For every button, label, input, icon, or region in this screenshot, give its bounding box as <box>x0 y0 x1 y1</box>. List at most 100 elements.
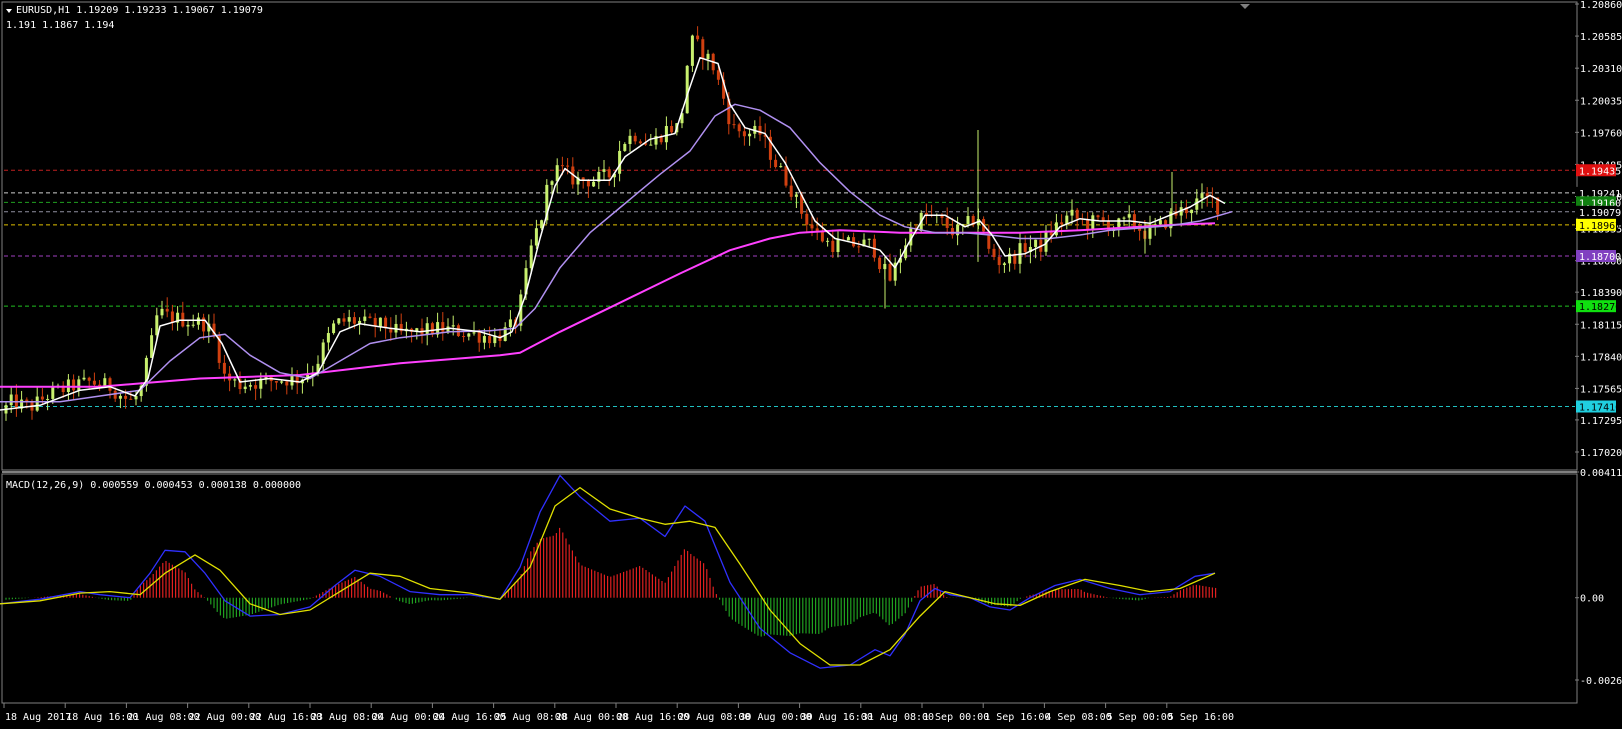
candle-body <box>425 323 429 335</box>
candle-body <box>592 181 596 187</box>
candle-body <box>108 378 112 391</box>
candle-body <box>222 362 226 374</box>
time-tick-label: 5 Sep 00:00 <box>1107 712 1173 723</box>
candle-body <box>165 308 169 312</box>
candle-body <box>352 317 356 324</box>
candle-body <box>467 333 471 337</box>
candle-body <box>1190 209 1194 214</box>
candle-body <box>685 65 689 114</box>
candle-body <box>649 144 653 146</box>
candle-body <box>51 386 55 399</box>
candle-body <box>233 379 237 381</box>
candle-body <box>779 166 783 168</box>
candle-body <box>966 216 970 225</box>
candle-body <box>118 395 122 399</box>
candle-body <box>488 336 492 344</box>
candle-body <box>758 125 762 135</box>
candle-body <box>35 396 39 411</box>
price-tick-label: 1.19760 <box>1580 128 1622 139</box>
candle-body <box>1200 193 1204 199</box>
candle-body <box>997 256 1001 266</box>
candle-body <box>191 324 195 326</box>
candle-body <box>347 317 351 322</box>
candle-body <box>716 70 720 80</box>
candle-body <box>92 380 96 385</box>
candle-body <box>857 246 861 248</box>
candle-body <box>337 318 341 324</box>
candle-body <box>1034 239 1038 247</box>
candle-body <box>888 263 892 281</box>
candle-body <box>628 135 632 145</box>
candle-body <box>1122 217 1126 219</box>
candle-body <box>867 238 871 240</box>
price-tick-label: 1.20860 <box>1580 0 1622 11</box>
candle-body <box>1086 219 1090 229</box>
candle-body <box>254 385 258 389</box>
candle-body <box>342 318 346 322</box>
candle-body <box>924 212 928 215</box>
candle-body <box>846 237 850 241</box>
candle-body <box>1060 222 1064 225</box>
candle-body <box>124 395 128 399</box>
candle-body <box>1164 220 1168 229</box>
time-tick-label: 5 Sep 16:00 <box>1168 712 1234 723</box>
candle-body <box>150 335 154 358</box>
candle-body <box>742 131 746 137</box>
candle-body <box>87 377 91 381</box>
candle-body <box>129 398 133 400</box>
candle-body <box>774 159 778 167</box>
candle-body <box>477 332 481 343</box>
candle-body <box>696 35 700 40</box>
chart-background <box>0 0 1622 729</box>
candle-body <box>170 311 174 323</box>
candle-body <box>550 181 554 185</box>
candle-body <box>732 124 736 126</box>
candle-body <box>607 169 611 178</box>
candle-body <box>623 144 627 151</box>
macd-tick-label: -0.00269 <box>1580 676 1622 687</box>
price-tick-label: 1.18390 <box>1580 288 1622 299</box>
candle-body <box>280 381 284 383</box>
price-tick-label: 1.17565 <box>1580 384 1622 395</box>
symbol-header: EURUSD,H1 1.19209 1.19233 1.19067 1.1907… <box>16 5 263 16</box>
candle-body <box>456 325 460 337</box>
level-tag-label: 1.19435 <box>1579 166 1621 177</box>
candle-body <box>285 381 289 386</box>
candle-body <box>378 317 382 327</box>
price-tick-label: 1.18115 <box>1580 320 1622 331</box>
candle-body <box>633 135 637 142</box>
candle-body <box>248 385 252 387</box>
candle-body <box>430 323 434 335</box>
time-tick-label: 1 Sep 16:00 <box>984 712 1050 723</box>
candle-body <box>690 35 694 66</box>
candle-body <box>1023 243 1027 253</box>
candle-body <box>1002 263 1006 266</box>
candle-body <box>566 165 570 167</box>
candle-body <box>82 377 86 380</box>
macd-tick-label: 0.00 <box>1580 594 1604 605</box>
candle-body <box>945 217 949 228</box>
candle-body <box>737 124 741 132</box>
candle-body <box>706 53 710 60</box>
time-tick-label: 4 Sep 08:00 <box>1045 712 1111 723</box>
price-tick-label: 1.17295 <box>1580 416 1622 427</box>
candle-body <box>820 231 824 242</box>
candle-body <box>368 316 372 318</box>
trading-chart[interactable]: 1.20860 1.20585 1.20310 1.20035 1.19760 1.194… <box>0 0 1622 729</box>
candle-body <box>72 379 76 391</box>
candle-body <box>196 317 200 325</box>
time-tick-label: 18 Aug 2017 <box>5 712 71 723</box>
candle-body <box>451 325 455 327</box>
candle-body <box>1070 209 1074 216</box>
candle-body <box>534 228 538 246</box>
candle-body <box>332 323 336 334</box>
price-tick-label: 1.20585 <box>1580 32 1622 43</box>
candle-body <box>274 381 278 383</box>
candle-body <box>950 227 954 236</box>
candle-body <box>784 166 788 186</box>
candle-body <box>1158 220 1162 225</box>
candle-body <box>826 240 830 242</box>
level-tag-label: 1.18700 <box>1579 252 1621 263</box>
candle-body <box>664 126 668 143</box>
candle-body <box>243 386 247 390</box>
